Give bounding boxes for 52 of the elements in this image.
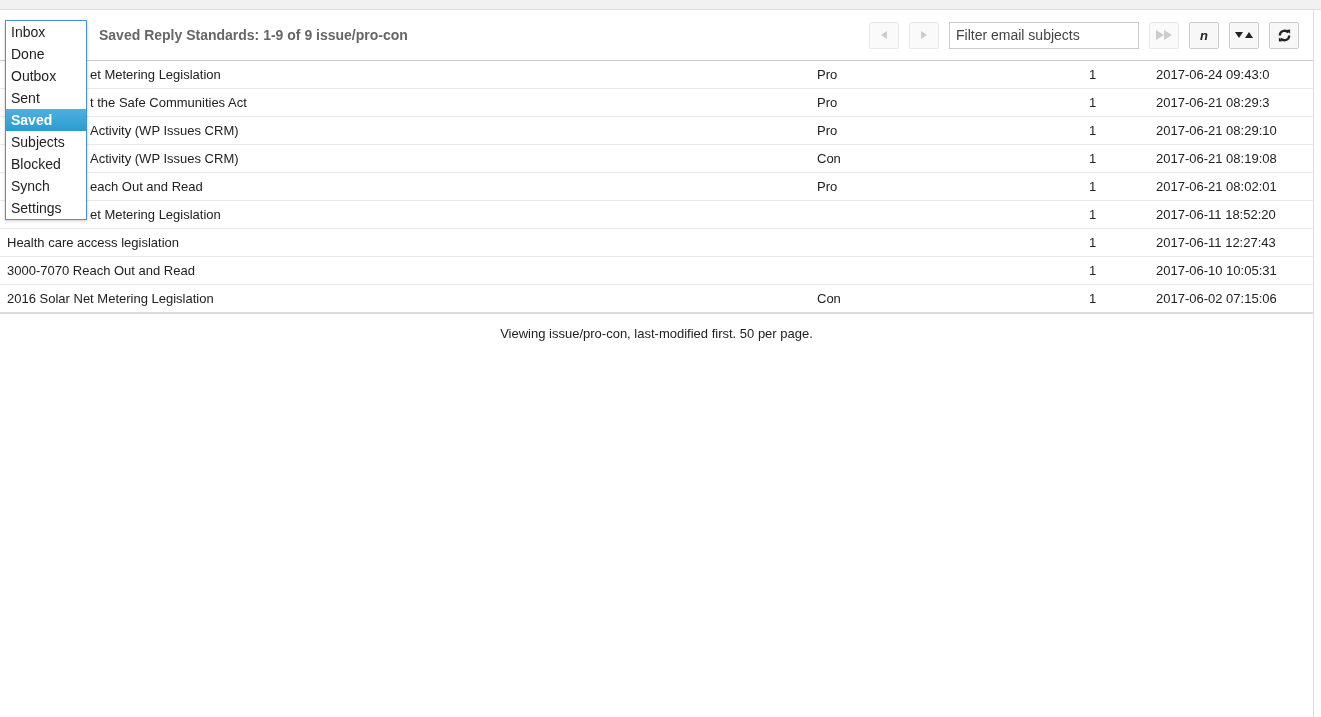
n-button[interactable]: n (1189, 21, 1219, 49)
subject-cell: each Out and Read (90, 179, 203, 194)
date-cell: 2017-06-21 08:29:3 (1156, 95, 1270, 110)
stance-cell: Pro (817, 123, 838, 138)
left-triangle-icon (881, 31, 887, 39)
count-cell: 1 (1089, 235, 1097, 250)
stance-cell: Pro (817, 179, 838, 194)
subject-cell: 3000-7070 Reach Out and Read (7, 263, 195, 278)
date-cell: 2017-06-02 07:15:06 (1156, 291, 1277, 306)
date-cell: 2017-06-11 18:52:20 (1156, 207, 1276, 222)
subject-cell: Activity (WP Issues CRM) (90, 123, 239, 138)
menu-item[interactable]: Sent (6, 87, 86, 109)
refresh-button[interactable] (1269, 21, 1299, 49)
sort-button[interactable] (1229, 21, 1259, 49)
filter-field[interactable]: Filter email subjects (949, 21, 1139, 49)
count-cell: 1 (1089, 207, 1097, 222)
subject-cell: 2016 Solar Net Metering Legislation (7, 291, 214, 306)
stance-cell: Pro (817, 95, 838, 110)
fast-forward-icon (1156, 30, 1172, 40)
date-cell: 2017-06-10 10:05:31 (1156, 263, 1277, 278)
count-cell: 1 (1089, 67, 1097, 82)
date-cell: 2017-06-21 08:29:10 (1156, 123, 1277, 138)
subject-cell: et Metering Legislation (90, 207, 221, 222)
count-cell: 1 (1089, 263, 1097, 278)
count-cell: 1 (1089, 179, 1097, 194)
menu-item[interactable]: Done (6, 43, 86, 65)
subject-cell: Health care access legislation (7, 235, 179, 250)
count-cell: 1 (1089, 123, 1097, 138)
menu-item[interactable]: Blocked (6, 153, 86, 175)
count-cell: 1 (1089, 291, 1097, 306)
count-cell: 1 (1089, 151, 1097, 166)
footer-note: Viewing issue/pro-con, last-modified first. 50 per page. (500, 326, 813, 341)
menu-item[interactable]: Subjects (6, 131, 86, 153)
sort-triangles-icon (1235, 31, 1253, 39)
stance-cell: Con (817, 151, 841, 166)
subject-cell: Activity (WP Issues CRM) (90, 151, 239, 166)
date-cell: 2017-06-21 08:02:01 (1156, 179, 1277, 194)
subject-cell: et Metering Legislation (90, 67, 221, 82)
menu-item[interactable]: Inbox (6, 21, 86, 43)
menu-item[interactable]: Synch (6, 175, 86, 197)
count-cell: 1 (1089, 95, 1097, 110)
refresh-icon (1276, 27, 1292, 43)
menu-item[interactable]: Settings (6, 197, 86, 219)
menu-item[interactable]: Outbox (6, 65, 86, 87)
date-cell: 2017-06-21 08:19:08 (1156, 151, 1277, 166)
date-cell: 2017-06-24 09:43:0 (1156, 67, 1270, 82)
right-triangle-icon (921, 31, 927, 39)
date-cell: 2017-06-11 12:27:43 (1156, 235, 1276, 250)
list-title: Saved Reply Standards: 1-9 of 9 issue/pro-con (99, 27, 408, 43)
subject-cell: t the Safe Communities Act (90, 95, 247, 110)
stance-cell: Con (817, 291, 841, 306)
stance-cell: Pro (817, 67, 838, 82)
